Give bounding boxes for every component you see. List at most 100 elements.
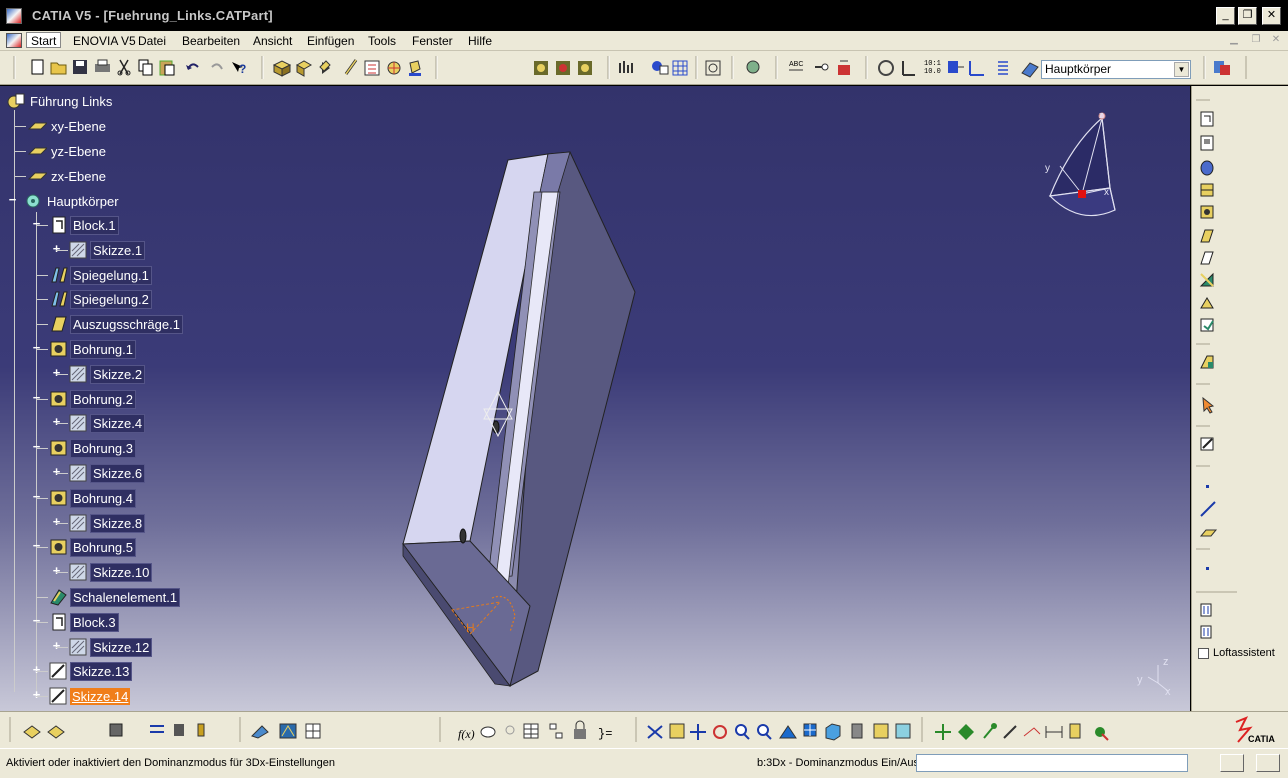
status-button-1[interactable] (1220, 754, 1244, 772)
instantiate-icon[interactable] (109, 723, 123, 737)
light-icon[interactable] (505, 725, 515, 735)
formula-icon[interactable]: ABC (789, 61, 803, 71)
tree-label[interactable]: Bohrung.5 (70, 537, 136, 557)
tree-label[interactable]: Bohrung.1 (70, 339, 136, 359)
body-icon[interactable] (272, 60, 292, 77)
tree-item-sketch[interactable]: + Skizze.6 (53, 463, 146, 483)
whats-this-icon[interactable]: ? (232, 62, 246, 76)
tree-item-sketch[interactable]: + Skizze.10 (53, 562, 153, 582)
copy-icon[interactable] (138, 59, 153, 76)
select-arrow-icon[interactable] (1202, 396, 1215, 414)
tree-item-feature[interactable]: Schalenelement.1 (48, 587, 181, 607)
zoom-out-icon[interactable] (757, 724, 772, 740)
database-icon[interactable] (174, 724, 184, 736)
save-icon[interactable] (73, 60, 87, 74)
restore-button[interactable]: ❐ (1238, 7, 1257, 25)
loft-spine-icon[interactable] (1200, 625, 1212, 639)
tree-item-feature[interactable]: Auszugsschräge.1 (48, 314, 183, 334)
tree-label[interactable]: Spiegelung.2 (70, 289, 152, 309)
groove-icon[interactable] (1200, 183, 1214, 197)
check-icon[interactable] (1095, 727, 1109, 741)
mdi-close-icon[interactable]: ✕ (1268, 34, 1284, 48)
tree-item-sketch[interactable]: + Skizze.8 (53, 513, 146, 533)
tree-root[interactable]: Führung Links (6, 91, 114, 111)
analysis-icon[interactable] (652, 61, 669, 75)
transformation-icon[interactable] (1200, 355, 1214, 369)
tree-label[interactable]: Skizze.8 (90, 513, 146, 533)
mdi-restore-icon[interactable]: ❐ (1248, 34, 1264, 48)
multi-view-icon[interactable] (803, 723, 817, 737)
rib-icon[interactable] (1200, 229, 1214, 243)
tree-item-sketch[interactable]: + Skizze.12 (53, 637, 153, 657)
tree-label[interactable]: Schalenelement.1 (70, 587, 181, 607)
pocket-icon[interactable] (1200, 135, 1214, 151)
line-icon[interactable] (1200, 501, 1216, 517)
tree-label[interactable]: Skizze.10 (90, 562, 153, 582)
mesh-icon[interactable] (305, 723, 321, 739)
shading-icon[interactable] (556, 61, 570, 75)
relations-icon[interactable]: }= (598, 727, 612, 741)
catia-app-icon[interactable] (6, 8, 22, 24)
menu-tools[interactable]: Tools (364, 33, 400, 49)
tree-label[interactable]: Skizze.14 (70, 687, 131, 705)
tree-label[interactable]: Skizze.12 (90, 637, 153, 657)
table-icon[interactable] (523, 723, 539, 739)
sketcher-icon[interactable] (1200, 437, 1214, 451)
iso-view-icon[interactable] (825, 723, 841, 741)
measure-between-icon[interactable] (1003, 725, 1017, 739)
menu-hilfe[interactable]: Hilfe (464, 33, 496, 49)
tree-item-feature[interactable]: − Bohrung.1 (33, 339, 136, 359)
point-icon[interactable] (1206, 567, 1209, 570)
menu-fenster[interactable]: Fenster (408, 33, 457, 49)
fly-mode-icon[interactable] (647, 725, 663, 739)
law-icon[interactable] (838, 60, 850, 75)
menu-datei[interactable]: Datei (134, 33, 170, 49)
menu-einfuegen[interactable]: Einfügen (303, 33, 358, 49)
command-input[interactable] (916, 754, 1188, 772)
compass-move-icon[interactable] (935, 724, 951, 740)
tree-item-feature[interactable]: − Block.3 (33, 612, 119, 632)
lock-icon[interactable] (574, 720, 586, 739)
comment-icon[interactable] (480, 726, 496, 738)
render-icon[interactable] (578, 61, 592, 75)
line-icon[interactable] (344, 59, 358, 75)
tree-item-sketch[interactable]: + Skizze.2 (53, 364, 146, 384)
apply-material-icon[interactable] (534, 61, 548, 75)
eraser-icon[interactable] (1021, 62, 1039, 78)
shaft-icon[interactable] (1200, 160, 1214, 176)
normal-view-icon[interactable] (779, 725, 797, 739)
axes-icon[interactable] (902, 61, 915, 76)
tree-label[interactable]: Block.3 (70, 612, 119, 632)
fit-all-in-icon[interactable] (669, 723, 685, 739)
tree-item-sketch[interactable]: + Skizze.13 (33, 661, 133, 681)
hide-show-icon[interactable] (873, 723, 889, 739)
knowledgeware-icon[interactable] (47, 725, 65, 739)
snap-to-point-icon[interactable] (983, 723, 997, 739)
snap-icon[interactable] (969, 61, 984, 76)
tree-label[interactable]: Bohrung.3 (70, 438, 136, 458)
tree-item-feature[interactable]: − Bohrung.4 (33, 488, 136, 508)
constraint-icon[interactable] (948, 61, 964, 73)
pad-icon[interactable] (1200, 111, 1214, 127)
compass-handle[interactable] (1078, 190, 1086, 198)
zoom-in-icon[interactable] (735, 724, 750, 740)
catalog-icon[interactable] (1214, 61, 1230, 75)
tree-item-feature[interactable]: − Bohrung.2 (33, 389, 136, 409)
minimize-button[interactable]: _ (1216, 7, 1235, 25)
tree-label[interactable]: Spiegelung.1 (70, 265, 152, 285)
body-select[interactable]: Hauptkörper ▼ (1041, 60, 1191, 79)
tree-item-sketch[interactable]: + Skizze.1 (53, 240, 146, 260)
compass[interactable] (1048, 112, 1116, 217)
tree-label[interactable]: Auszugsschräge.1 (70, 314, 183, 334)
catalog-icon[interactable] (23, 725, 41, 739)
tree-label[interactable]: Skizze.4 (90, 413, 146, 433)
part-design-icon[interactable] (251, 725, 269, 739)
tree-label[interactable]: Skizze.1 (90, 240, 146, 260)
tree-item-xy-plane[interactable]: xy-Ebene (27, 116, 108, 136)
close-button[interactable]: ✕ (1262, 7, 1281, 25)
tree-item-feature[interactable]: Spiegelung.1 (48, 265, 152, 285)
paint-icon[interactable] (409, 60, 421, 76)
tree-label[interactable]: Bohrung.4 (70, 488, 136, 508)
pan-icon[interactable] (690, 724, 706, 740)
point-icon[interactable] (319, 60, 331, 74)
